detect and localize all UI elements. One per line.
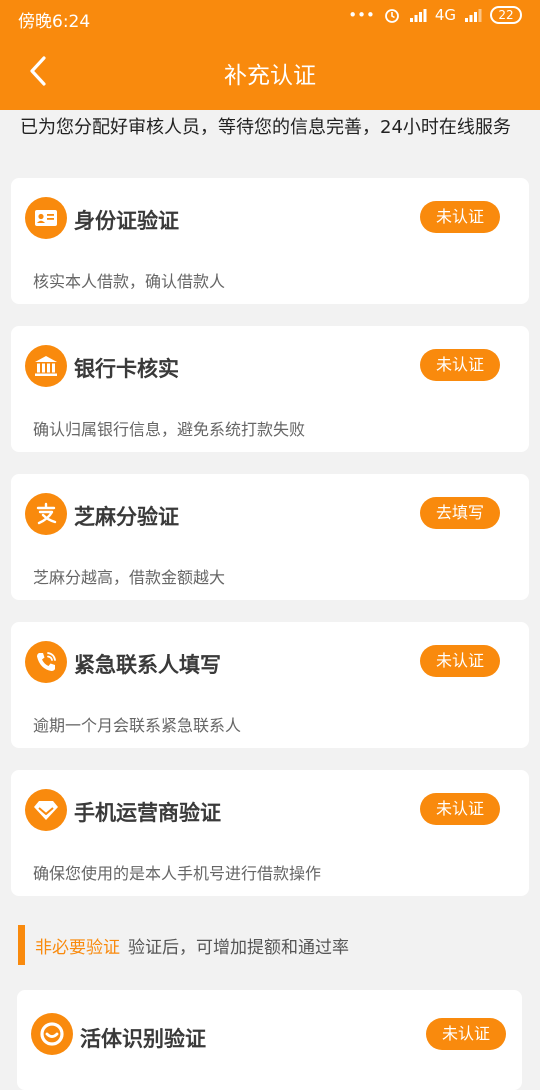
verify-button[interactable]: 未认证 (420, 793, 500, 825)
verify-button[interactable]: 未认证 (426, 1018, 506, 1050)
card-title: 活体识别验证 (80, 1027, 206, 1051)
card-desc: 确认归属银行信息，避免系统打款失败 (33, 420, 306, 439)
phone-icon (25, 641, 67, 683)
card-emergency-contact[interactable]: 紧急联系人填写 未认证 逾期一个月会联系紧急联系人 (11, 622, 529, 748)
card-desc: 确保您使用的是本人手机号进行借款操作 (33, 864, 322, 883)
more-dots-icon: ••• (348, 6, 375, 24)
face-recognition-icon (31, 1013, 73, 1055)
section-subtitle: 验证后，可增加提额和通过率 (128, 937, 349, 958)
card-title: 银行卡核实 (74, 357, 179, 381)
card-liveness-verification[interactable]: 活体识别验证 未认证 (17, 990, 522, 1090)
alarm-icon (384, 9, 399, 23)
status-icons: ••• 4G 22 (348, 6, 522, 24)
card-desc: 逾期一个月会联系紧急联系人 (33, 716, 242, 735)
signal-icon-2 (465, 9, 482, 22)
status-time: 傍晚6:24 (18, 12, 91, 32)
fill-in-button[interactable]: 去填写 (420, 497, 500, 529)
card-desc: 芝麻分越高，借款金额越大 (33, 568, 226, 587)
id-card-icon (25, 197, 67, 239)
card-carrier-verification[interactable]: 手机运营商验证 未认证 确保您使用的是本人手机号进行借款操作 (11, 770, 529, 896)
card-title: 芝麻分验证 (74, 505, 179, 529)
page-title: 补充认证 (224, 63, 316, 89)
optional-section-header: 非必要验证 验证后，可增加提额和通过率 (18, 925, 349, 965)
section-label: 非必要验证 (35, 937, 120, 958)
card-sesame-verification[interactable]: 芝麻分验证 去填写 芝麻分越高，借款金额越大 (11, 474, 529, 600)
verify-button[interactable]: 未认证 (420, 201, 500, 233)
status-bar: 傍晚6:24 ••• 4G 22 (0, 0, 540, 36)
card-bank-verification[interactable]: 银行卡核实 未认证 确认归属银行信息，避免系统打款失败 (11, 326, 529, 452)
card-title: 手机运营商验证 (74, 801, 221, 825)
section-accent-bar (18, 925, 25, 965)
bank-icon (25, 345, 67, 387)
battery-icon: 22 (490, 6, 522, 24)
nav-bar: 补充认证 (0, 36, 540, 110)
diamond-icon (25, 789, 67, 831)
alipay-icon (25, 493, 67, 535)
card-title: 紧急联系人填写 (74, 653, 221, 677)
verify-button[interactable]: 未认证 (420, 349, 500, 381)
card-desc: 核实本人借款，确认借款人 (33, 272, 226, 291)
card-id-verification[interactable]: 身份证验证 未认证 核实本人借款，确认借款人 (11, 178, 529, 304)
card-title: 身份证验证 (74, 209, 179, 233)
signal-icon (409, 9, 427, 22)
notice-text: 已为您分配好审核人员，等待您的信息完善，24小时在线服务 (20, 117, 511, 138)
verify-button[interactable]: 未认证 (420, 645, 500, 677)
network-type: 4G (434, 6, 456, 24)
